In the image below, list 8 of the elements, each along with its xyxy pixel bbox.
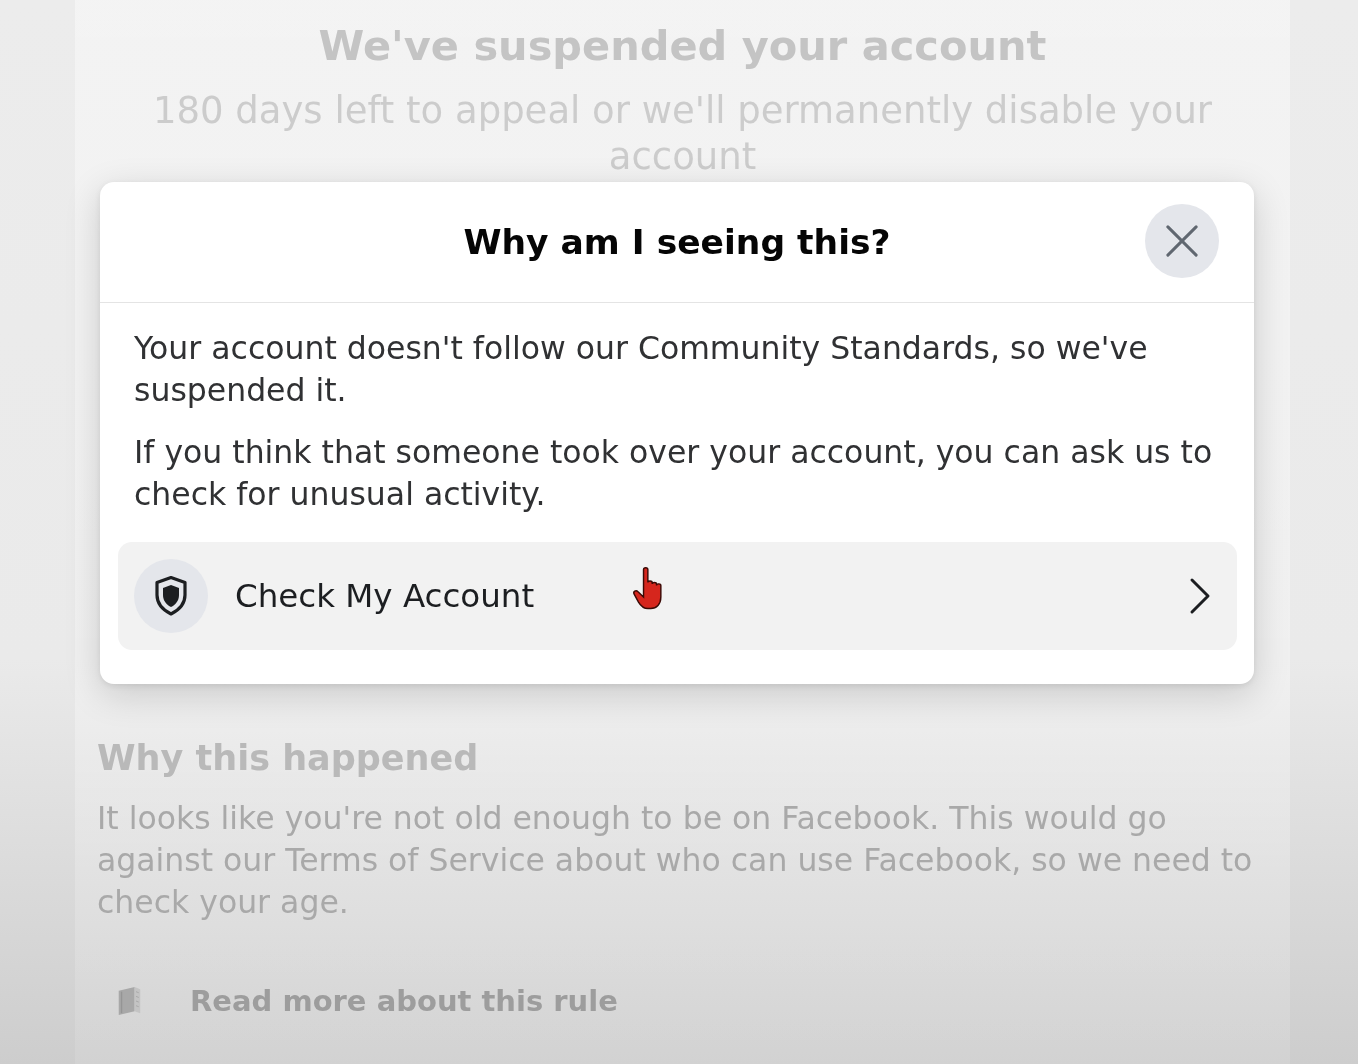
check-account-button[interactable]: Check My Account bbox=[118, 542, 1237, 650]
chevron-right-icon bbox=[1189, 577, 1211, 615]
dialog-title: Why am I seeing this? bbox=[463, 222, 891, 262]
pointer-cursor-icon bbox=[632, 566, 663, 610]
shield-icon bbox=[134, 559, 208, 633]
dialog-paragraph: Your account doesn't follow our Community Standards, so we've suspended it. bbox=[134, 329, 1149, 410]
dialog-paragraph: If you think that someone took over your account, you can ask us to check for unusual activity. bbox=[134, 433, 1214, 514]
close-icon bbox=[1166, 225, 1198, 257]
